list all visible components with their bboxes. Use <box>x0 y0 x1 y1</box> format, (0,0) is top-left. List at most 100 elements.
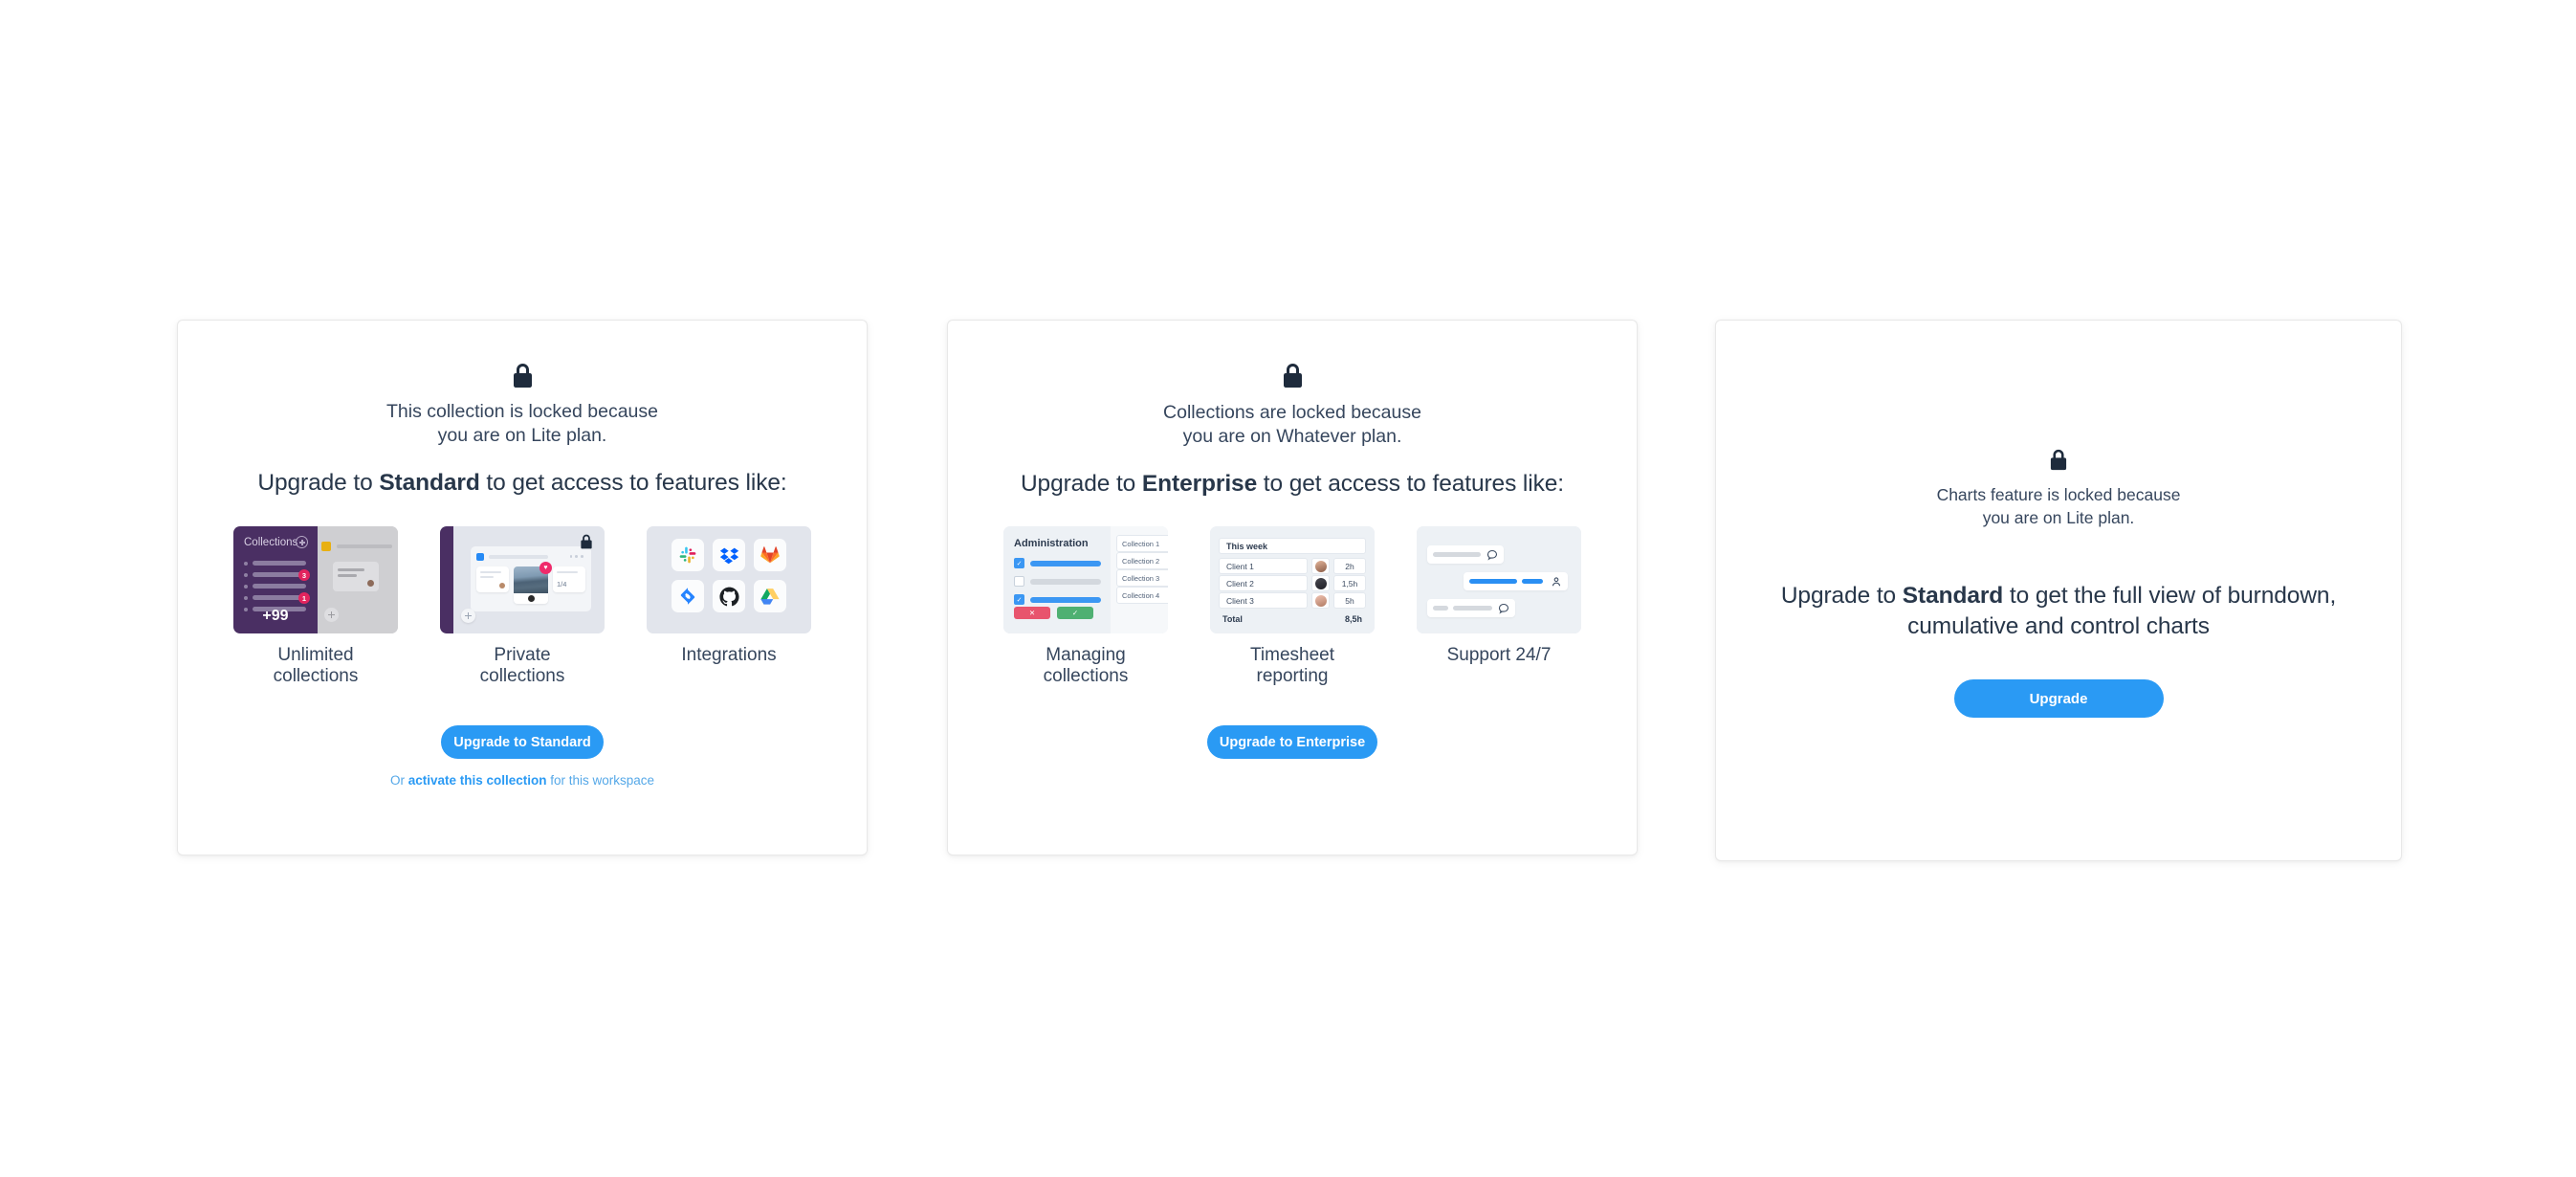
message-line <box>1433 552 1481 557</box>
thumb-tile-line <box>480 576 494 579</box>
chat-bubble-icon <box>1498 603 1509 614</box>
checkbox-unchecked <box>1014 576 1024 587</box>
timesheet-hours: 2h <box>1333 558 1366 574</box>
thumb-window-square <box>476 552 484 561</box>
upgrade-headline-plan: Standard <box>379 470 480 496</box>
heart-icon: ♥ <box>539 562 552 574</box>
collection-chip: Collection 1 <box>1116 535 1168 552</box>
thumb-card-line <box>338 568 364 571</box>
message-line <box>1469 579 1517 584</box>
upgrade-to-enterprise-button[interactable]: Upgrade to Enterprise <box>1207 725 1377 759</box>
timesheet-total-label: Total <box>1222 614 1243 624</box>
avatar <box>1311 558 1330 574</box>
cross-icon: ✕ <box>1014 607 1050 619</box>
thumb-card-line <box>338 574 357 577</box>
person-icon <box>1552 576 1561 586</box>
feature-timesheet-reporting: This week Client 1 2h Client 2 1,5h Clie… <box>1210 526 1375 687</box>
feature-unlimited-collections: Collections 3 1 +99 Unlimited collection… <box>233 526 398 687</box>
thumb-top-bar <box>337 544 392 548</box>
thumb-tile: 1/4 <box>553 566 585 592</box>
activate-collection-link[interactable]: Or activate this collection for this wor… <box>390 773 654 788</box>
upgrade-card-charts: Charts feature is locked because you are… <box>1715 320 2402 861</box>
plus-icon <box>461 609 475 623</box>
locked-message: This collection is locked because you ar… <box>386 401 658 446</box>
chat-bubble-row <box>1427 599 1515 617</box>
timesheet-client: Client 3 <box>1219 592 1308 609</box>
thumbnail-timesheet-reporting: This week Client 1 2h Client 2 1,5h Clie… <box>1210 526 1375 633</box>
feature-managing-collections: Administration ✓ ✓ ✕ ✓ Collection 1 Coll… <box>1003 526 1168 687</box>
feature-support: Support 24/7 <box>1417 526 1581 666</box>
thumb-tile-line <box>557 571 578 574</box>
avatar <box>1311 575 1330 591</box>
collection-chip: Collection 4 <box>1116 587 1168 604</box>
collection-chip: Collection 2 <box>1116 552 1168 569</box>
upgrade-headline-suffix: to get access to features like: <box>1257 471 1565 497</box>
row-bar <box>1030 578 1101 585</box>
thumb-accent-square <box>321 542 331 551</box>
thumb-sidebar <box>440 526 453 633</box>
upgrade-headline: Upgrade to Standard to get access to fea… <box>257 468 786 499</box>
thumbnail-integrations <box>647 526 811 633</box>
list-bar <box>253 561 306 566</box>
feature-label: Private collections <box>479 645 565 686</box>
feature-label: Managing collections <box>1043 645 1129 686</box>
dropbox-icon <box>713 539 745 571</box>
timesheet-client: Client 1 <box>1219 558 1308 574</box>
list-dot <box>244 595 248 600</box>
upgrade-to-standard-button[interactable]: Upgrade to Standard <box>441 725 604 759</box>
timesheet-hours: 5h <box>1333 592 1366 609</box>
upgrade-button[interactable]: Upgrade <box>1953 679 2164 718</box>
thumb-sidebar: Collections 3 1 +99 <box>233 526 318 633</box>
upgrade-card-standard: This collection is locked because you ar… <box>177 320 868 855</box>
feature-list: Collections 3 1 +99 Unlimited collection… <box>233 526 811 687</box>
plus-icon <box>324 608 339 622</box>
collection-chip: Collection 3 <box>1116 569 1168 587</box>
avatar <box>527 595 535 602</box>
feature-label: Timesheet reporting <box>1250 645 1334 686</box>
avatar <box>1311 592 1330 609</box>
gitlab-icon <box>754 539 786 571</box>
locked-message: Collections are locked because you are o… <box>1163 402 1421 447</box>
activate-link-bold: activate this collection <box>407 773 547 788</box>
lock-icon <box>1283 364 1302 388</box>
more-dots-icon <box>569 555 583 558</box>
thumbnail-unlimited-collections: Collections 3 1 +99 <box>233 526 398 633</box>
list-dot <box>244 584 248 588</box>
check-icon: ✓ <box>1057 607 1093 619</box>
google-drive-icon <box>754 580 786 612</box>
thumbnail-private-collections: ♥ 1/4 <box>440 526 605 633</box>
feature-label: Unlimited collections <box>273 645 359 686</box>
activate-link-suffix: for this workspace <box>546 773 655 788</box>
upgrade-headline-plan: Enterprise <box>1141 471 1258 497</box>
thumb-tile <box>476 566 509 592</box>
page-root: This collection is locked because you ar… <box>0 0 2576 1177</box>
upgrade-headline-prefix: Upgrade to <box>257 470 380 496</box>
activate-link-prefix: Or <box>389 773 408 788</box>
list-dot <box>244 572 248 577</box>
list-bar <box>253 584 306 588</box>
locked-message: Charts feature is locked because you are… <box>1936 485 2181 527</box>
timesheet-total-value: 8,5h <box>1344 614 1362 624</box>
chat-bubble-row <box>1464 572 1568 590</box>
unread-badge: 3 <box>298 569 310 581</box>
avatar <box>367 580 374 587</box>
github-icon <box>713 580 745 612</box>
thumbnail-managing-collections: Administration ✓ ✓ ✕ ✓ Collection 1 Coll… <box>1003 526 1168 633</box>
lock-icon <box>581 534 592 549</box>
upgrade-headline-prefix: Upgrade to <box>1020 471 1142 497</box>
jira-icon <box>672 580 704 612</box>
message-line <box>1522 579 1543 584</box>
timesheet-hours: 1,5h <box>1333 575 1366 591</box>
timesheet-total-row: Total 8,5h <box>1219 614 1366 624</box>
timesheet-client: Client 2 <box>1219 575 1308 591</box>
thumb-sidebar-title: Collections <box>244 537 298 548</box>
message-line <box>1453 606 1492 611</box>
checkbox-checked: ✓ <box>1014 558 1024 568</box>
row-bar <box>1030 596 1101 603</box>
checkbox-checked: ✓ <box>1014 594 1024 605</box>
thumb-window-bar <box>476 552 585 561</box>
thumb-card <box>333 562 379 591</box>
thumb-action-buttons: ✕ ✓ <box>1014 607 1093 619</box>
progress-fraction: 1/4 <box>557 580 567 588</box>
chat-bubble-icon <box>1486 549 1498 561</box>
